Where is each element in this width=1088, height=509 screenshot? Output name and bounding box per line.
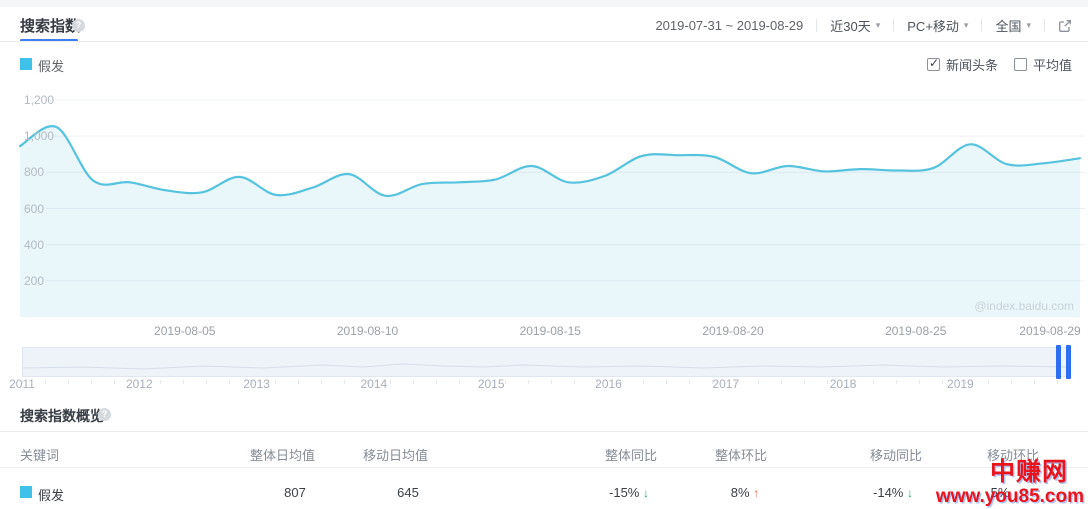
time-range-label: 近30天 xyxy=(830,16,870,35)
timeline-slider-track[interactable] xyxy=(22,347,1070,377)
chart-options: 新闻头条 平均值 xyxy=(927,55,1072,74)
cell-mobile-yoy: -14% ↓ xyxy=(873,485,913,500)
slider-handle-left[interactable] xyxy=(1056,345,1061,379)
col-header-mobile-qoq: 移动环比 xyxy=(987,445,1039,464)
time-range-dropdown[interactable]: 近30天 ▾ xyxy=(830,16,880,35)
overall-qoq-value: 8% xyxy=(731,485,750,500)
news-headline-checkbox[interactable] xyxy=(927,58,940,71)
mobile-yoy-value: -14% xyxy=(873,485,903,500)
x-tick-label: 2019-08-25 xyxy=(885,324,946,338)
top-strip xyxy=(0,0,1088,7)
keyword-legend-label[interactable]: 假发 xyxy=(38,56,64,75)
col-header-mobile-yoy: 移动同比 xyxy=(870,445,922,464)
trend-chart[interactable] xyxy=(0,90,1088,317)
y-tick-label: 1,000 xyxy=(24,129,54,143)
chart-watermark: @index.baidu.com xyxy=(974,299,1074,313)
baidu-index-page: 搜索指数 ? 2019-07-31 ~ 2019-08-29 近30天 ▾ PC… xyxy=(0,0,1088,509)
x-tick-label: 2019-08-05 xyxy=(154,324,215,338)
cell-overall-yoy: -15% ↓ xyxy=(609,485,649,500)
col-header-mobile-daily: 移动日均值 xyxy=(363,445,428,464)
site-watermark-url: www.you85.com xyxy=(936,487,1084,506)
y-tick-label: 1,200 xyxy=(24,93,54,107)
trend-down-icon: ↓ xyxy=(643,486,649,500)
x-tick-label: 2019-08-20 xyxy=(702,324,763,338)
news-headline-label: 新闻头条 xyxy=(946,55,998,74)
col-header-overall-yoy: 整体同比 xyxy=(605,445,657,464)
row-keyword-swatch xyxy=(20,486,32,498)
cell-mobile-qoq: 5% xyxy=(991,485,1010,500)
date-range: 2019-07-31 ~ 2019-08-29 xyxy=(655,18,803,33)
row-keyword[interactable]: 假发 xyxy=(38,485,64,504)
timeline-minor-ticks xyxy=(22,380,1070,384)
mobile-qoq-value: 5% xyxy=(991,485,1010,500)
timeline-year-label: 2015 xyxy=(478,377,505,391)
overview-help-icon[interactable]: ? xyxy=(98,408,111,421)
timeline-year-label: 2014 xyxy=(361,377,388,391)
separator xyxy=(981,19,982,32)
cell-overall-daily: 807 xyxy=(284,485,306,500)
average-checkbox[interactable] xyxy=(1014,58,1027,71)
cell-overall-qoq: 8% ↑ xyxy=(731,485,759,500)
timeline-year-label: 2018 xyxy=(830,377,857,391)
help-icon[interactable]: ? xyxy=(72,19,85,32)
separator xyxy=(893,19,894,32)
x-tick-label: 2019-08-29 xyxy=(1019,324,1080,338)
keyword-color-swatch xyxy=(20,58,32,70)
chevron-down-icon: ▾ xyxy=(964,20,969,31)
timeline-year-label: 2016 xyxy=(595,377,622,391)
platform-label: PC+移动 xyxy=(907,16,959,35)
cell-mobile-daily: 645 xyxy=(397,485,419,500)
page-title: 搜索指数 xyxy=(20,15,80,36)
col-header-overall-daily: 整体日均值 xyxy=(250,445,315,464)
col-header-overall-qoq: 整体环比 xyxy=(715,445,767,464)
timeline-sparkline xyxy=(23,348,1069,376)
y-tick-label: 400 xyxy=(24,238,44,252)
separator xyxy=(816,19,817,32)
slider-handle-right[interactable] xyxy=(1066,345,1071,379)
timeline-year-label: 2017 xyxy=(712,377,739,391)
chevron-down-icon: ▾ xyxy=(1026,20,1031,31)
external-link-icon[interactable] xyxy=(1058,19,1072,33)
x-tick-label: 2019-08-15 xyxy=(520,324,581,338)
separator xyxy=(1044,19,1045,32)
overview-divider xyxy=(0,431,1088,432)
y-tick-label: 600 xyxy=(24,202,44,216)
timeline-year-label: 2019 xyxy=(947,377,974,391)
col-header-keyword: 关键词 xyxy=(20,445,59,464)
trend-line-chart-svg xyxy=(0,90,1088,317)
news-headline-toggle[interactable]: 新闻头条 xyxy=(927,55,998,74)
x-tick-label: 2019-08-10 xyxy=(337,324,398,338)
header-divider xyxy=(0,41,1088,42)
y-tick-label: 800 xyxy=(24,165,44,179)
platform-dropdown[interactable]: PC+移动 ▾ xyxy=(907,16,968,35)
overall-yoy-value: -15% xyxy=(609,485,639,500)
header-controls: 2019-07-31 ~ 2019-08-29 近30天 ▾ PC+移动 ▾ 全… xyxy=(655,16,1072,35)
chevron-down-icon: ▾ xyxy=(876,20,881,31)
average-toggle[interactable]: 平均值 xyxy=(1014,55,1072,74)
timeline-year-label: 2011 xyxy=(9,377,35,391)
timeline-year-label: 2012 xyxy=(126,377,153,391)
overview-title: 搜索指数概览 xyxy=(20,406,104,426)
y-tick-label: 200 xyxy=(24,274,44,288)
average-label: 平均值 xyxy=(1033,55,1072,74)
trend-up-icon: ↑ xyxy=(753,486,759,500)
region-label: 全国 xyxy=(995,16,1021,35)
region-dropdown[interactable]: 全国 ▾ xyxy=(995,16,1031,35)
table-header-divider xyxy=(0,467,1088,468)
timeline-year-label: 2013 xyxy=(243,377,270,391)
trend-down-icon: ↓ xyxy=(907,486,913,500)
